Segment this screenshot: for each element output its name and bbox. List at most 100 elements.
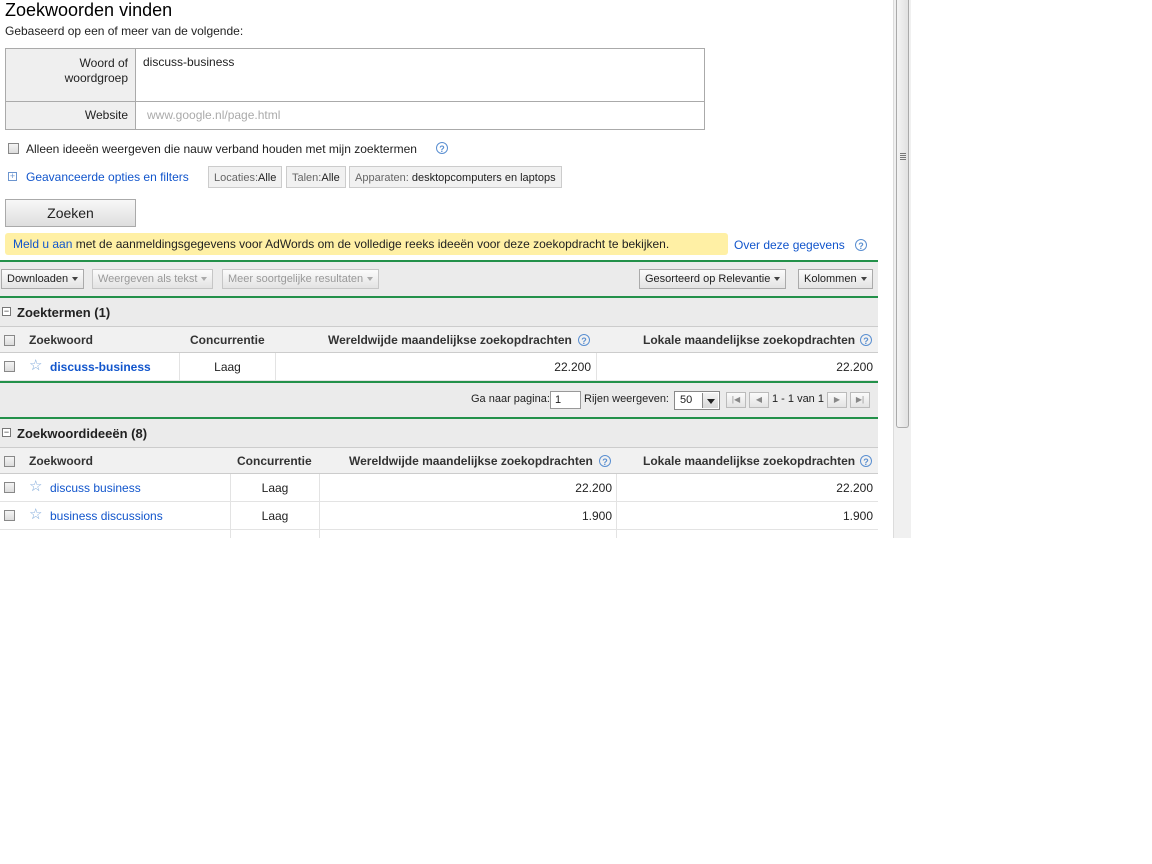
help-icon[interactable]: ? [578, 334, 590, 346]
ideas-section-header: − Zoekwoordideeën (8) [0, 419, 878, 447]
rows-per-page-value: 50 [680, 394, 693, 406]
col-global-searches[interactable]: Wereldwijde maandelijkse zoekopdrachten [328, 333, 572, 347]
devices-label: Apparaten: [355, 172, 409, 184]
about-data-help-icon[interactable]: ? [855, 239, 867, 251]
select-all-checkbox[interactable] [4, 456, 15, 467]
sort-button[interactable]: Gesorteerd op Relevantie [639, 269, 787, 289]
dropdown-arrow-icon[interactable] [702, 393, 718, 408]
download-button[interactable]: Downloaden [1, 269, 85, 289]
local-searches-value: 22.200 [836, 481, 873, 495]
vertical-scrollbar[interactable] [893, 0, 911, 538]
ideas-table-header: Zoekwoord Concurrentie Wereldwijde maand… [0, 447, 878, 474]
goto-page-label: Ga naar pagina: [471, 393, 550, 405]
star-icon[interactable]: ☆ [29, 505, 42, 523]
languages-value: Alle [321, 172, 340, 184]
close-ideas-checkbox[interactable] [8, 143, 19, 154]
col-competition[interactable]: Concurrentie [190, 333, 265, 347]
sort-label: Gesorteerd op Relevantie [645, 273, 771, 285]
grip-line [900, 153, 906, 154]
columns-label: Kolommen [804, 273, 857, 285]
page-subtitle: Gebaseerd op een of meer van de volgende… [5, 24, 244, 38]
help-icon[interactable]: ? [436, 142, 448, 154]
column-divider [319, 530, 320, 538]
sign-in-link[interactable]: Meld u aan [13, 237, 72, 251]
about-data-link[interactable]: Over deze gegevens [734, 238, 845, 252]
help-icon[interactable]: ? [860, 455, 872, 467]
rows-per-page-select[interactable]: 50 [674, 391, 720, 410]
sign-in-notice: Meld u aan met de aanmeldingsgegevens vo… [5, 233, 728, 255]
table-row [0, 530, 878, 538]
grip-line [900, 159, 906, 160]
column-divider [616, 530, 617, 538]
grip-line [900, 157, 906, 158]
keyword-link[interactable]: discuss-business [50, 360, 151, 374]
chevron-down-icon [774, 277, 781, 282]
view-as-text-label: Weergeven als tekst [98, 273, 198, 285]
help-icon[interactable]: ? [860, 334, 872, 346]
star-icon[interactable]: ☆ [29, 477, 42, 495]
grip-line [900, 155, 906, 156]
row-checkbox[interactable] [4, 510, 15, 521]
close-ideas-label: Alleen ideeën weergeven die nauw verband… [26, 142, 417, 156]
more-similar-button[interactable]: Meer soortgelijke resultaten [222, 269, 380, 289]
keyword-link[interactable]: discuss business [50, 481, 141, 495]
chevron-down-icon [367, 277, 374, 282]
global-searches-value: 22.200 [575, 481, 612, 495]
next-page-icon[interactable]: ▶ [827, 392, 847, 408]
form-row-divider [6, 101, 704, 102]
pagination-bar: Ga naar pagina: 1 Rijen weergeven: 50 |◀… [0, 383, 878, 417]
locations-value: Alle [258, 172, 277, 184]
row-checkbox[interactable] [4, 482, 15, 493]
search-terms-title: Zoektermen (1) [17, 305, 111, 320]
star-icon[interactable]: ☆ [29, 356, 42, 374]
select-all-checkbox[interactable] [4, 335, 15, 346]
col-local-searches[interactable]: Lokale maandelijkse zoekopdrachten [643, 333, 855, 347]
expand-plus-icon[interactable]: + [8, 172, 17, 181]
competition-value: Laag [214, 360, 241, 374]
website-input[interactable]: www.google.nl/page.html [147, 108, 280, 122]
col-keyword[interactable]: Zoekwoord [29, 333, 93, 347]
scrollbar-thumb[interactable] [896, 0, 909, 428]
download-label: Downloaden [7, 273, 69, 285]
more-similar-label: Meer soortgelijke resultaten [228, 273, 364, 285]
first-page-icon[interactable]: |◀ [726, 392, 746, 408]
advanced-options-link[interactable]: Geavanceerde opties en filters [26, 170, 189, 184]
notice-text: met de aanmeldingsgegevens voor AdWords … [72, 237, 670, 251]
column-divider [230, 530, 231, 538]
last-page-icon[interactable]: ▶| [850, 392, 870, 408]
page-number-input[interactable]: 1 [550, 391, 581, 409]
row-checkbox[interactable] [4, 361, 15, 372]
locations-filter[interactable]: Locaties:Alle [208, 166, 283, 188]
global-searches-value: 22.200 [554, 360, 591, 374]
page-title: Zoekwoorden vinden [5, 0, 173, 20]
languages-filter[interactable]: Talen:Alle [286, 166, 346, 188]
devices-filter[interactable]: Apparaten: desktopcomputers en laptops [349, 166, 562, 188]
collapse-minus-icon[interactable]: − [2, 307, 11, 316]
col-global-searches[interactable]: Wereldwijde maandelijkse zoekopdrachten [349, 454, 593, 468]
view-as-text-button[interactable]: Weergeven als tekst [92, 269, 214, 289]
collapse-minus-icon[interactable]: − [2, 428, 11, 437]
page-range: 1 - 1 van 1 [772, 393, 824, 405]
ideas-title: Zoekwoordideeën (8) [17, 426, 148, 441]
col-local-searches[interactable]: Lokale maandelijkse zoekopdrachten [643, 454, 855, 468]
columns-button[interactable]: Kolommen [798, 269, 873, 289]
word-label-line1: Woord of [79, 56, 128, 70]
content-gutter [878, 0, 893, 538]
table-row: ☆ discuss-business Laag 22.200 22.200 [0, 353, 878, 381]
global-searches-value: 1.900 [581, 509, 612, 523]
search-button[interactable]: Zoeken [5, 199, 136, 227]
col-competition[interactable]: Concurrentie [237, 454, 312, 468]
keyword-link[interactable]: business discussions [50, 509, 163, 523]
devices-value: desktopcomputers en laptops [411, 172, 556, 184]
rows-per-page-label: Rijen weergeven: [584, 393, 669, 405]
chevron-down-icon [860, 277, 867, 282]
prev-page-icon[interactable]: ◀ [749, 392, 769, 408]
word-input[interactable]: discuss-business [143, 55, 234, 69]
word-label: Woord of woordgroep [65, 56, 128, 86]
help-icon[interactable]: ? [599, 455, 611, 467]
main-content: Zoekwoorden vinden Gebaseerd op een of m… [0, 0, 878, 538]
search-terms-section-header: − Zoektermen (1) [0, 298, 878, 326]
table-row: ☆ discuss business Laag 22.200 22.200 [0, 474, 878, 502]
col-keyword[interactable]: Zoekwoord [29, 454, 93, 468]
languages-label: Talen: [292, 172, 322, 184]
